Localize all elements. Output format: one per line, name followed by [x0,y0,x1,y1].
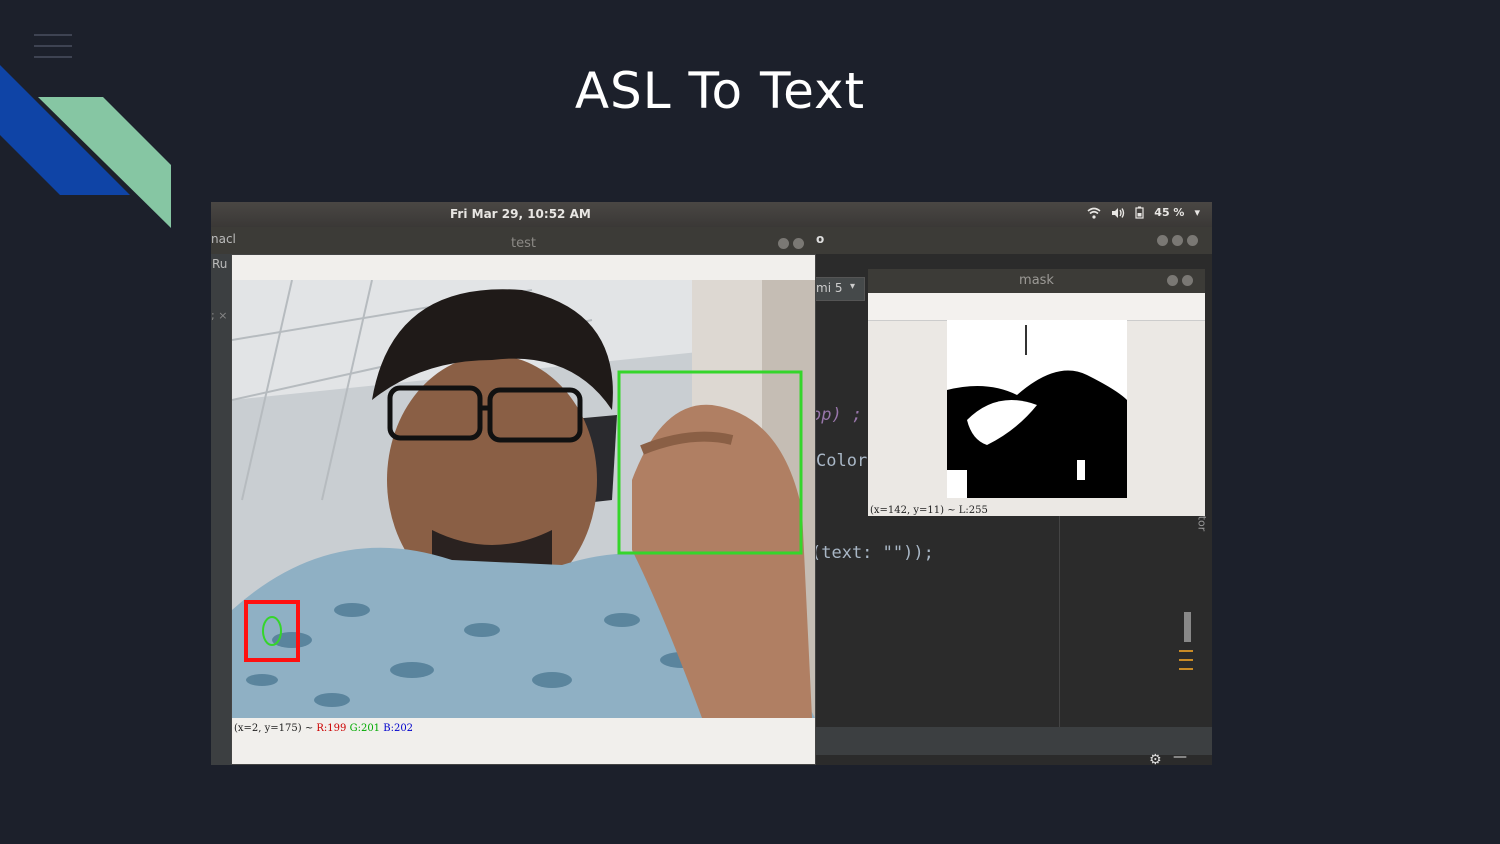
test-status-green: G:201 [349,723,381,734]
volume-icon[interactable] [1111,207,1125,219]
mask-window-status: (x=142, y=11) ~ L:255 [870,505,988,516]
test-window-title-text: test [511,236,536,251]
minimize-icon[interactable] [1157,235,1168,246]
slide-title: ASL To Text [574,62,866,120]
battery-icon[interactable] [1135,206,1144,219]
test-window-status: (x=2, y=175) ~ R:199 G:201 B:202 [234,723,413,734]
chevron-down-icon: ▾ [850,281,856,292]
code-line-3: (text: "")); [811,543,934,563]
mask-image [947,320,1127,498]
run-config-label: mi 5 [816,281,843,295]
test-window-title: test [232,232,815,255]
clock: Fri Mar 29, 10:52 AM [450,207,591,221]
editor-scrollbar[interactable] [1184,612,1191,642]
ide-left-strip [211,254,231,765]
mask-window-title: mask [868,269,1205,293]
maximize-icon[interactable] [1172,235,1183,246]
mask-window-title-text: mask [1019,273,1054,288]
minimize-icon[interactable] [1167,275,1178,286]
test-status-coords: (x=2, y=175) ~ [234,723,317,734]
test-window-buttons [778,238,804,249]
ide-title-fragment-right: o [816,232,825,246]
gear-icon[interactable]: ⚙ [1149,752,1162,765]
test-status-blue: B:202 [383,723,414,734]
code-line-2: Color [816,451,868,471]
close-icon[interactable] [793,238,804,249]
code-line-1: op) ; [811,405,863,425]
minimize-icon[interactable] [778,238,789,249]
close-icon[interactable] [1187,235,1198,246]
hide-panel-icon[interactable]: — [1173,749,1187,765]
wifi-icon[interactable] [1087,207,1101,219]
side-panel-label[interactable]: tor [1195,516,1208,532]
error-stripe-marks [1179,650,1193,674]
ide-menu-fragment[interactable]: Ru [212,257,227,271]
ubuntu-top-bar: Fri Mar 29, 10:52 AM 45 % ▾ [211,202,1212,227]
test-status-red: R:199 [316,723,347,734]
test-window: test (x=2, y=175) ~ R:199 G:201 B:202 [231,236,816,765]
embedded-screenshot: Fri Mar 29, 10:52 AM 45 % ▾ nacl o Ru ; … [211,202,1212,765]
close-icon[interactable] [1182,275,1193,286]
run-config-dropdown[interactable]: mi 5 ▾ [811,277,865,301]
ide-window-buttons [1157,235,1198,246]
ide-tab-close-fragment[interactable]: ; × [211,309,227,322]
hamburger-menu-icon[interactable] [34,34,72,62]
battery-percentage: 45 % [1154,206,1185,219]
mask-toolbar [868,293,1205,321]
mask-window-buttons [1167,275,1193,286]
mask-window: mask (x=142, y=11) ~ L:255 [868,269,1205,516]
dropdown-caret-icon[interactable]: ▾ [1194,206,1200,219]
system-tray: 45 % ▾ [1087,206,1200,219]
webcam-feed [232,280,815,718]
